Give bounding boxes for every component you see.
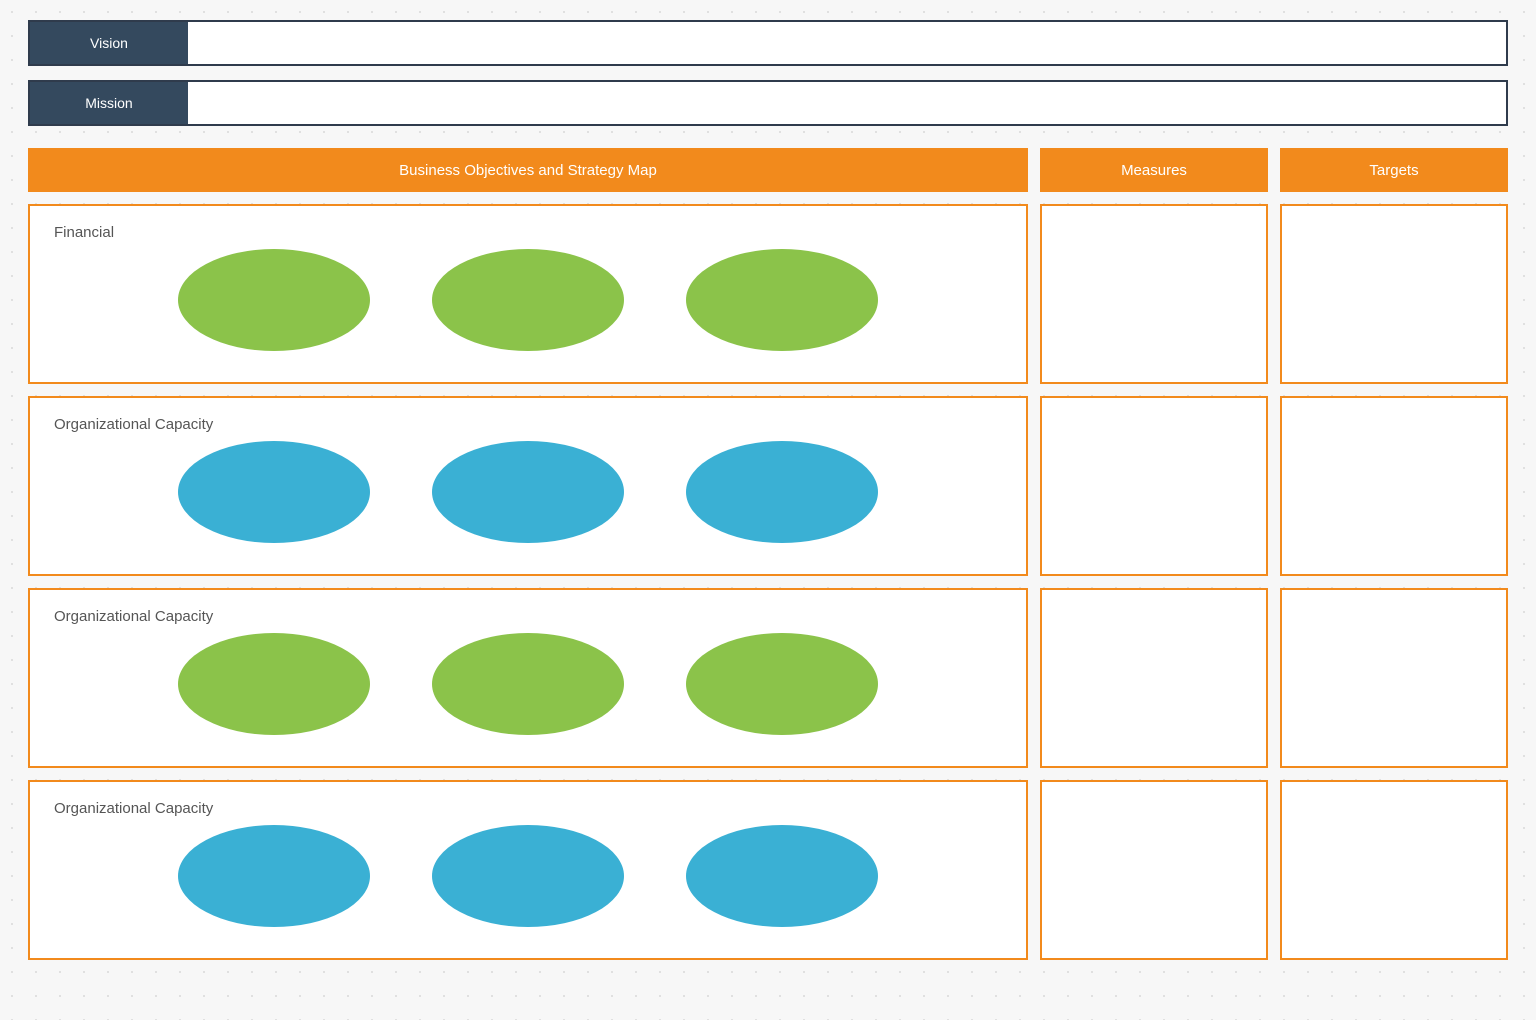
perspective-row: Organizational Capacity	[28, 588, 1508, 768]
objective-ellipses	[54, 825, 1002, 927]
mission-input[interactable]	[188, 82, 1506, 124]
perspective-main-financial[interactable]: Financial	[28, 204, 1028, 384]
objective-ellipse[interactable]	[178, 825, 370, 927]
objective-ellipses	[54, 633, 1002, 735]
measures-cell[interactable]	[1040, 780, 1268, 960]
header-objectives: Business Objectives and Strategy Map	[28, 148, 1028, 192]
mission-label: Mission	[30, 82, 188, 124]
objective-ellipse[interactable]	[178, 633, 370, 735]
measures-cell[interactable]	[1040, 588, 1268, 768]
perspective-row: Organizational Capacity	[28, 396, 1508, 576]
balanced-scorecard-canvas: Vision Mission Business Objectives and S…	[28, 20, 1508, 960]
objective-ellipse[interactable]	[178, 249, 370, 351]
perspective-main-orgcap[interactable]: Organizational Capacity	[28, 396, 1028, 576]
perspective-main-orgcap[interactable]: Organizational Capacity	[28, 588, 1028, 768]
targets-cell[interactable]	[1280, 204, 1508, 384]
objective-ellipse[interactable]	[686, 633, 878, 735]
measures-cell[interactable]	[1040, 204, 1268, 384]
perspective-label: Organizational Capacity	[54, 416, 1002, 433]
objective-ellipses	[54, 441, 1002, 543]
objective-ellipse[interactable]	[686, 441, 878, 543]
vision-row[interactable]: Vision	[28, 20, 1508, 66]
objective-ellipse[interactable]	[432, 441, 624, 543]
mission-row[interactable]: Mission	[28, 80, 1508, 126]
vision-label: Vision	[30, 22, 188, 64]
objective-ellipse[interactable]	[432, 249, 624, 351]
perspective-row: Organizational Capacity	[28, 780, 1508, 960]
targets-cell[interactable]	[1280, 396, 1508, 576]
header-measures: Measures	[1040, 148, 1268, 192]
objective-ellipse[interactable]	[432, 633, 624, 735]
targets-cell[interactable]	[1280, 588, 1508, 768]
header-targets: Targets	[1280, 148, 1508, 192]
perspective-label: Financial	[54, 224, 1002, 241]
targets-cell[interactable]	[1280, 780, 1508, 960]
objective-ellipse[interactable]	[432, 825, 624, 927]
perspective-label: Organizational Capacity	[54, 800, 1002, 817]
perspective-label: Organizational Capacity	[54, 608, 1002, 625]
perspective-main-orgcap[interactable]: Organizational Capacity	[28, 780, 1028, 960]
objective-ellipses	[54, 249, 1002, 351]
column-headers: Business Objectives and Strategy Map Mea…	[28, 148, 1508, 192]
objective-ellipse[interactable]	[178, 441, 370, 543]
objective-ellipse[interactable]	[686, 249, 878, 351]
measures-cell[interactable]	[1040, 396, 1268, 576]
objective-ellipse[interactable]	[686, 825, 878, 927]
perspective-row: Financial	[28, 204, 1508, 384]
vision-input[interactable]	[188, 22, 1506, 64]
